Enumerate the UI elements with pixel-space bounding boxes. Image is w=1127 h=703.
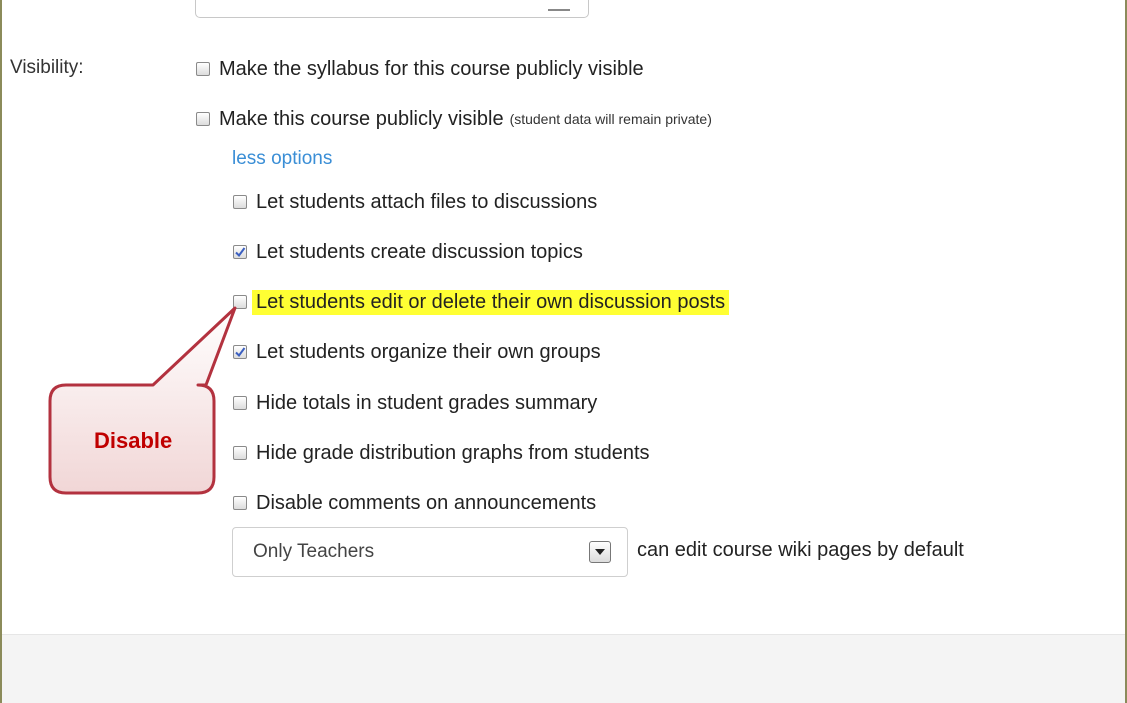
wiki-permission-caption: can edit course wiki pages by default (637, 539, 964, 561)
edit-delete-posts-label: Let students edit or delete their own di… (252, 289, 730, 315)
option-attach-files[interactable]: Let students attach files to discussions (233, 189, 597, 215)
wiki-permission-select[interactable]: Only Teachers (232, 527, 628, 577)
option-edit-delete-posts[interactable]: Let students edit or delete their own di… (233, 289, 730, 315)
callout-label: Disable (94, 428, 173, 453)
less-options-link[interactable]: less options (232, 148, 332, 170)
syllabus-visible-label: Make the syllabus for this course public… (219, 57, 644, 80)
footer-area (2, 634, 1125, 703)
create-topics-label: Let students create discussion topics (256, 240, 583, 263)
attach-files-checkbox[interactable] (233, 195, 247, 209)
option-create-topics[interactable]: Let students create discussion topics (233, 239, 583, 265)
organize-groups-label: Let students organize their own groups (256, 340, 601, 363)
option-hide-distribution[interactable]: Hide grade distribution graphs from stud… (233, 440, 650, 466)
wiki-permission-value: Only Teachers (253, 541, 375, 562)
option-organize-groups[interactable]: Let students organize their own groups (233, 339, 601, 365)
syllabus-visible-option[interactable]: Make the syllabus for this course public… (196, 56, 644, 82)
option-hide-totals[interactable]: Hide totals in student grades summary (233, 390, 597, 416)
attach-files-label: Let students attach files to discussions (256, 190, 598, 213)
triangle-down-icon (595, 548, 605, 555)
syllabus-visible-checkbox[interactable] (196, 62, 210, 76)
visibility-label: Visibility: (10, 57, 84, 78)
select-arrow-button[interactable] (589, 541, 611, 563)
dropdown-arrow-icon (548, 0, 570, 11)
hide-distribution-label: Hide grade distribution graphs from stud… (256, 441, 650, 464)
option-disable-comments[interactable]: Disable comments on announcements (233, 490, 596, 516)
disable-comments-label: Disable comments on announcements (256, 491, 597, 514)
previous-dropdown[interactable] (195, 0, 589, 18)
create-topics-checkbox[interactable] (233, 245, 247, 259)
course-visible-note: (student data will remain private) (509, 111, 712, 127)
disable-comments-checkbox[interactable] (233, 496, 247, 510)
course-visible-option[interactable]: Make this course publicly visible (stude… (196, 106, 712, 132)
organize-groups-checkbox[interactable] (233, 345, 247, 359)
edit-delete-posts-checkbox[interactable] (233, 295, 247, 309)
hide-totals-checkbox[interactable] (233, 396, 247, 410)
course-visible-checkbox[interactable] (196, 112, 210, 126)
hide-distribution-checkbox[interactable] (233, 446, 247, 460)
course-visible-label: Make this course publicly visible (219, 107, 504, 130)
checkmark-icon (235, 347, 246, 358)
checkmark-icon (235, 247, 246, 258)
hide-totals-label: Hide totals in student grades summary (256, 391, 598, 414)
